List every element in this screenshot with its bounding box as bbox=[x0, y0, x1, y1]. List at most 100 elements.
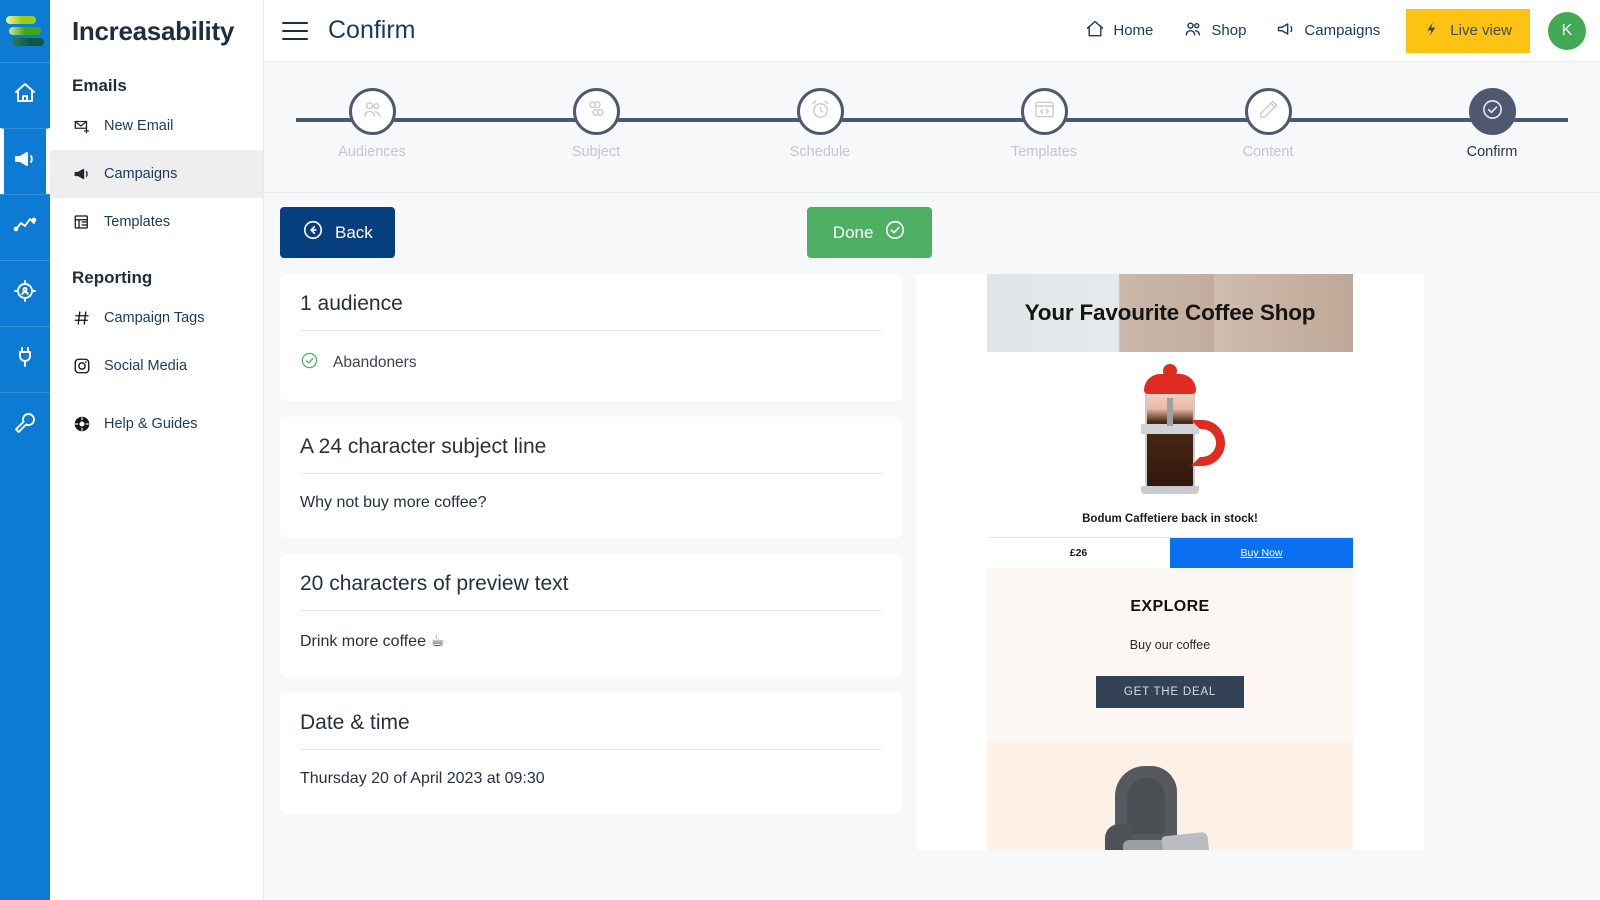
summary-cards: 1 audience Abandoners A 24 character sub… bbox=[280, 274, 902, 900]
nav-link-campaigns[interactable]: Campaigns bbox=[1264, 11, 1392, 51]
people-icon bbox=[361, 98, 384, 126]
product-price: £26 bbox=[987, 538, 1170, 568]
sidebar-item-social-media[interactable]: Social Media bbox=[50, 342, 263, 390]
nav-link-label: Campaigns bbox=[1304, 22, 1381, 39]
check-circle-icon bbox=[884, 219, 906, 246]
step-bubble bbox=[796, 88, 844, 135]
megaphone-icon bbox=[13, 147, 37, 176]
explore-heading: EXPLORE bbox=[1130, 598, 1210, 615]
nav-link-label: Home bbox=[1113, 22, 1154, 39]
step-confirm[interactable]: Confirm bbox=[1436, 88, 1548, 160]
home-icon bbox=[13, 81, 37, 110]
sidebar-item-templates[interactable]: Templates bbox=[50, 198, 263, 246]
sidebar-item-new-email[interactable]: New Email bbox=[50, 102, 263, 150]
sidebar-section-emails: Emails bbox=[72, 76, 127, 95]
rail-item-settings[interactable] bbox=[0, 392, 50, 458]
sidebar-item-label: Templates bbox=[104, 214, 171, 230]
step-bubble bbox=[572, 88, 620, 135]
plug-icon bbox=[13, 345, 37, 374]
sidebar-section-reporting: Reporting bbox=[72, 268, 153, 287]
product-price-bar: £26 Buy Now bbox=[987, 537, 1353, 568]
rail-item-home[interactable] bbox=[0, 62, 50, 128]
email-explore-block: EXPLORE Buy our coffee GET THE DEAL bbox=[987, 568, 1353, 742]
sidebar-item-label: Help & Guides bbox=[104, 416, 198, 432]
live-view-label: Live view bbox=[1450, 22, 1512, 39]
step-subject[interactable]: Subject bbox=[540, 88, 652, 160]
hash-icon bbox=[72, 308, 92, 328]
increasability-logo[interactable] bbox=[0, 0, 50, 62]
get-the-deal-button[interactable]: GET THE DEAL bbox=[1095, 676, 1245, 708]
rail-item-analytics[interactable] bbox=[0, 194, 50, 260]
product-caption: Bodum Caffetiere back in stock! bbox=[1082, 513, 1258, 525]
topbar: Confirm Home Shop Campaigns Live view K bbox=[264, 0, 1600, 62]
icon-rail bbox=[0, 0, 50, 900]
bolt-icon bbox=[1424, 20, 1440, 42]
preview-text-value: Drink more coffee ☕ bbox=[300, 633, 445, 650]
nav-link-label: Shop bbox=[1211, 22, 1247, 39]
armchair-image bbox=[1105, 766, 1225, 862]
content-body: 1 audience Abandoners A 24 character sub… bbox=[264, 274, 1600, 900]
date-time-value: Thursday 20 of April 2023 at 09:30 bbox=[300, 770, 545, 787]
main-area: Confirm Home Shop Campaigns Live view K … bbox=[264, 0, 1600, 900]
card-subject: A 24 character subject line Why not buy … bbox=[280, 417, 902, 538]
card-date-time: Date & time Thursday 20 of April 2023 at… bbox=[280, 693, 902, 814]
target-person-icon bbox=[13, 279, 37, 308]
stepper-container: Audiences Subject Schedule Templates Con… bbox=[264, 62, 1600, 193]
subject-icon bbox=[585, 98, 608, 126]
action-bar: Back Done bbox=[264, 193, 1600, 274]
buy-now-button[interactable]: Buy Now bbox=[1170, 538, 1353, 568]
line-chart-icon bbox=[13, 213, 37, 242]
envelope-plus-icon bbox=[72, 116, 92, 136]
explore-subtext: Buy our coffee bbox=[1129, 638, 1211, 652]
wrench-icon bbox=[13, 411, 37, 440]
step-schedule[interactable]: Schedule bbox=[764, 88, 876, 160]
step-label: Content bbox=[1242, 144, 1294, 160]
step-templates[interactable]: Templates bbox=[988, 88, 1100, 160]
step-bubble bbox=[1020, 88, 1068, 135]
card-heading: A 24 character subject line bbox=[300, 435, 547, 458]
back-label: Back bbox=[335, 222, 373, 242]
megaphone-icon bbox=[72, 164, 92, 184]
step-content[interactable]: Content bbox=[1212, 88, 1324, 160]
step-audiences[interactable]: Audiences bbox=[316, 88, 428, 160]
hamburger-icon[interactable] bbox=[282, 21, 308, 40]
rail-item-campaigns[interactable] bbox=[0, 128, 50, 194]
rail-item-integrations[interactable] bbox=[0, 326, 50, 392]
nav-link-home[interactable]: Home bbox=[1073, 11, 1165, 51]
sidebar-item-campaign-tags[interactable]: Campaign Tags bbox=[50, 294, 263, 342]
step-label: Subject bbox=[571, 144, 621, 160]
done-button[interactable]: Done bbox=[806, 207, 933, 258]
brand-name: Increasability bbox=[72, 15, 234, 46]
card-preview-text: 20 characters of preview text Drink more… bbox=[280, 554, 902, 677]
sidebar-item-label: New Email bbox=[104, 118, 174, 134]
sidebar-item-campaigns[interactable]: Campaigns bbox=[50, 150, 263, 198]
footer-strip bbox=[264, 850, 1600, 900]
check-circle-icon bbox=[300, 351, 319, 375]
live-view-button[interactable]: Live view bbox=[1406, 8, 1530, 53]
audience-item: Abandoners bbox=[300, 331, 882, 375]
email-body: Your Favourite Coffee Shop Bodum Caffeti… bbox=[987, 274, 1353, 862]
email-hero-title: Your Favourite Coffee Shop bbox=[1024, 300, 1316, 325]
sidebar-item-label: Campaign Tags bbox=[104, 310, 205, 326]
avatar[interactable]: K bbox=[1548, 11, 1586, 50]
card-heading: Date & time bbox=[300, 711, 410, 734]
card-heading: 1 audience bbox=[300, 292, 403, 315]
back-button[interactable]: Back bbox=[280, 207, 395, 258]
email-preview-panel: Your Favourite Coffee Shop Bodum Caffeti… bbox=[916, 274, 1424, 868]
people-icon bbox=[1183, 19, 1203, 43]
step-label: Schedule bbox=[789, 144, 851, 160]
step-bubble bbox=[1468, 88, 1516, 135]
check-circle-icon bbox=[1481, 98, 1504, 126]
logo-bars-icon bbox=[6, 16, 44, 46]
email-hero: Your Favourite Coffee Shop bbox=[987, 274, 1353, 352]
rail-item-audiences[interactable] bbox=[0, 260, 50, 326]
sidebar-item-help-guides[interactable]: Help & Guides bbox=[50, 400, 263, 448]
megaphone-icon bbox=[1276, 19, 1296, 43]
sidebar-item-label: Social Media bbox=[104, 358, 188, 374]
sidebar: Increasability Emails New Email Campaign… bbox=[50, 0, 264, 900]
nav-link-shop[interactable]: Shop bbox=[1171, 11, 1258, 51]
stepper: Audiences Subject Schedule Templates Con… bbox=[280, 88, 1584, 180]
step-label: Templates bbox=[1010, 144, 1078, 160]
step-label: Audiences bbox=[338, 144, 406, 160]
home-icon bbox=[1085, 19, 1105, 43]
